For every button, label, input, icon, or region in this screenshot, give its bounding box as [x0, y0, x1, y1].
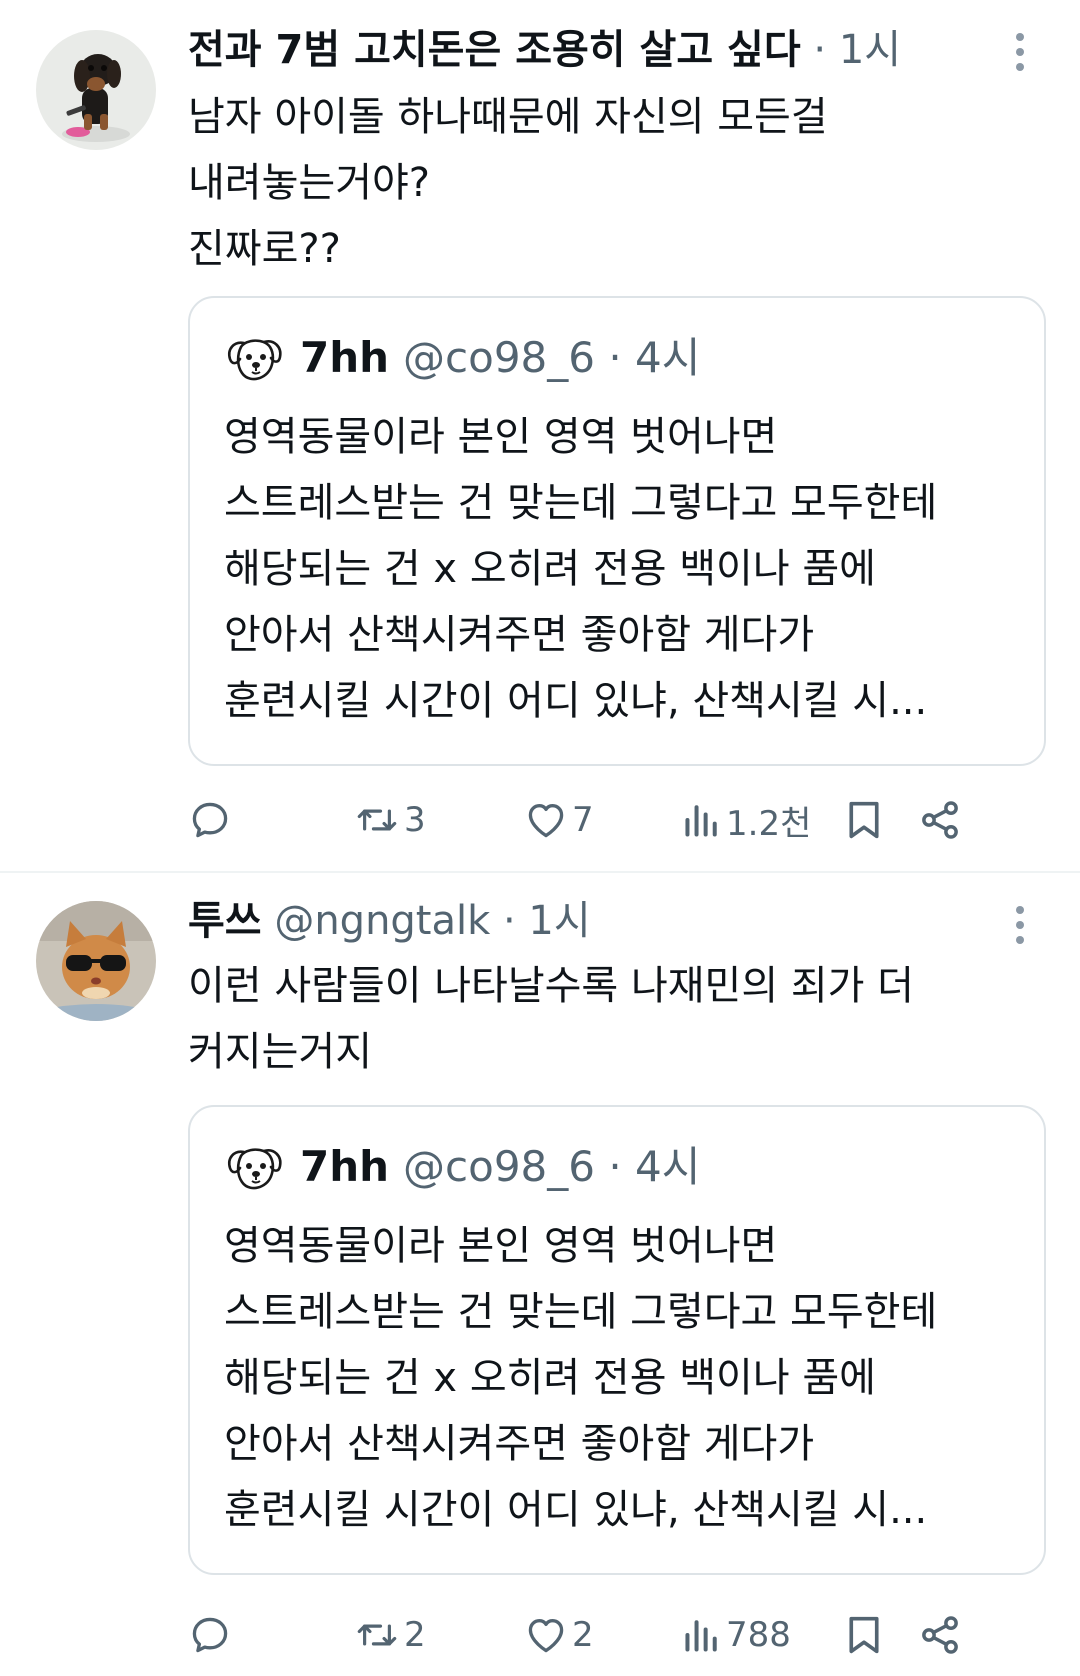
- tweet-text: 이런 사람들이 나타날수록 나재민의 죄가 더 커지는거지: [188, 953, 1048, 1085]
- author-name[interactable]: 전과 7범 고치돈은 조용히 살고 싶다: [188, 27, 801, 73]
- retweet-icon: [357, 809, 397, 831]
- more-dot-icon: [1016, 936, 1024, 944]
- quoted-tweet-card[interactable]: 7hh @co98_6 · 4시 영역동물이라 본인 영역 벗어나면 스트레스받…: [188, 1105, 1046, 1575]
- tweet-meta: · 1시: [800, 27, 902, 73]
- quoted-tweet-card[interactable]: 7hh @co98_6 · 4시 영역동물이라 본인 영역 벗어나면 스트레스받…: [188, 296, 1046, 766]
- quoted-tweet-meta: @co98_6 · 4시: [403, 1142, 701, 1191]
- retweet-button[interactable]: 2: [354, 1605, 426, 1665]
- view-count: 1.2천: [726, 803, 812, 844]
- more-dot-icon: [1016, 48, 1024, 56]
- heart-icon: [528, 804, 564, 838]
- quoted-author-name: 7hh: [300, 333, 390, 382]
- quoted-tweet-text: 영역동물이라 본인 영역 벗어나면 스트레스받는 건 맞는데 그렇다고 모두한테…: [224, 404, 1024, 734]
- tweet[interactable]: 전과 7범 고치돈은 조용히 살고 싶다 · 1시 남자 아이돌 하나때문에 자…: [0, 0, 1080, 872]
- retweet-icon: [357, 1624, 397, 1646]
- views-icon: [685, 1620, 717, 1652]
- quoted-text-line: 영역동물이라 본인 영역 벗어나면: [224, 414, 778, 460]
- share-icon: [922, 801, 958, 839]
- more-dot-icon: [1016, 906, 1024, 914]
- tweet-header: 전과 7범 고치돈은 조용히 살고 싶다 · 1시: [188, 22, 901, 78]
- heart-icon: [528, 1619, 564, 1653]
- more-options-button[interactable]: [1000, 897, 1040, 953]
- views-icon: [685, 805, 717, 837]
- views-button[interactable]: 1.2천: [682, 790, 811, 850]
- bookmark-button[interactable]: [844, 790, 884, 850]
- quoted-text-line: 스트레스받는 건 맞는데 그렇다고 모두한테: [224, 1289, 938, 1335]
- views-button[interactable]: 788: [682, 1605, 791, 1665]
- share-button[interactable]: [918, 790, 962, 850]
- quoted-tweet-text: 영역동물이라 본인 영역 벗어나면 스트레스받는 건 맞는데 그렇다고 모두한테…: [224, 1213, 1024, 1543]
- tweet-text-line: 남자 아이돌 하나때문에 자신의 모든걸: [188, 94, 828, 140]
- cat-sunglasses-avatar: [36, 901, 156, 1021]
- tweet-meta: @ngngtalk · 1시: [261, 898, 591, 944]
- avatar[interactable]: [36, 30, 156, 150]
- quoted-text-line: 해당되는 건 x 오히려 전용 백이나 품에: [224, 1355, 876, 1401]
- tweet-actions: 3 7 1.2천: [188, 790, 1040, 850]
- quoted-text-line: 해당되는 건 x 오히려 전용 백이나 품에: [224, 546, 876, 592]
- tweet-header: 투쓰 @ngngtalk · 1시: [188, 893, 591, 949]
- more-dot-icon: [1016, 63, 1024, 71]
- retweet-count: 2: [404, 1615, 426, 1655]
- retweet-button[interactable]: 3: [354, 790, 426, 850]
- share-icon: [922, 1616, 958, 1654]
- avatar[interactable]: [36, 901, 156, 1021]
- share-button[interactable]: [918, 1605, 962, 1665]
- like-count: 2: [572, 1615, 594, 1655]
- tweet-text-line: 이런 사람들이 나타날수록 나재민의 죄가 더: [188, 963, 914, 1009]
- quoted-text-line: 안아서 산책시켜주면 좋아함 게다가: [224, 612, 815, 658]
- bookmark-icon: [849, 801, 879, 839]
- like-button[interactable]: 7: [524, 790, 594, 850]
- tweet-actions: 2 2 788: [188, 1605, 1040, 1665]
- more-options-button[interactable]: [1000, 24, 1040, 80]
- tweet[interactable]: 투쓰 @ngngtalk · 1시 이런 사람들이 나타날수록 나재민의 죄가 …: [0, 873, 1080, 1676]
- view-count: 788: [726, 1615, 791, 1655]
- quoted-text-line: 훈련시킬 시간이 어디 있냐, 산책시킬 시...: [224, 678, 928, 724]
- tweet-text-line: 커지는거지: [188, 1029, 372, 1075]
- like-count: 7: [572, 800, 594, 840]
- like-button[interactable]: 2: [524, 1605, 594, 1665]
- quoted-text-line: 훈련시킬 시간이 어디 있냐, 산책시킬 시...: [224, 1487, 928, 1533]
- retweet-count: 3: [404, 800, 426, 840]
- dachshund-avatar: [36, 30, 156, 150]
- reply-icon: [192, 1617, 228, 1653]
- reply-icon: [192, 802, 228, 838]
- dog-face-icon: [228, 1148, 282, 1190]
- quoted-text-line: 스트레스받는 건 맞는데 그렇다고 모두한테: [224, 480, 938, 526]
- tweet-text-line: 진짜로??: [188, 226, 341, 272]
- more-dot-icon: [1016, 921, 1024, 929]
- quoted-tweet-header: 7hh @co98_6 · 4시: [224, 330, 700, 386]
- more-dot-icon: [1016, 33, 1024, 41]
- quoted-text-line: 안아서 산책시켜주면 좋아함 게다가: [224, 1421, 815, 1467]
- quoted-author-name: 7hh: [300, 1142, 390, 1191]
- tweet-text: 남자 아이돌 하나때문에 자신의 모든걸 내려놓는거야? 진짜로??: [188, 84, 1048, 282]
- bookmark-button[interactable]: [844, 1605, 884, 1665]
- reply-button[interactable]: [188, 790, 232, 850]
- author-name[interactable]: 투쓰: [188, 898, 262, 944]
- bookmark-icon: [849, 1616, 879, 1654]
- dog-face-icon: [228, 339, 282, 381]
- quoted-text-line: 영역동물이라 본인 영역 벗어나면: [224, 1223, 778, 1269]
- quoted-tweet-meta: @co98_6 · 4시: [403, 333, 701, 382]
- tweet-text-line: 내려놓는거야?: [188, 160, 431, 206]
- reply-button[interactable]: [188, 1605, 232, 1665]
- quoted-tweet-header: 7hh @co98_6 · 4시: [224, 1139, 700, 1195]
